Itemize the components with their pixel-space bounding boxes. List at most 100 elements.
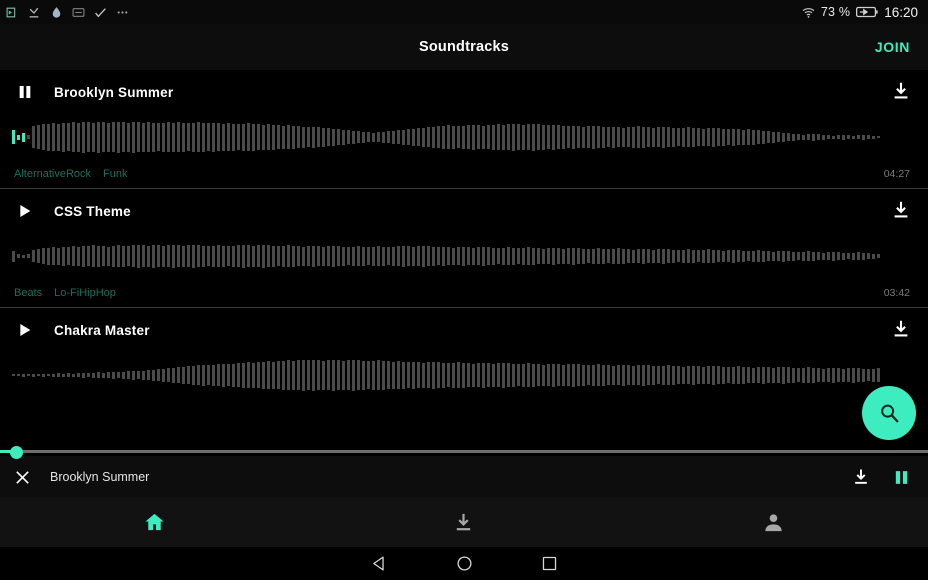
waveform-bar [62, 122, 65, 152]
waveform-bar [242, 123, 245, 151]
download-button[interactable] [890, 199, 914, 223]
play-pause-button[interactable] [14, 200, 36, 222]
waveform-bar [867, 253, 870, 259]
waveform-bar [77, 246, 80, 266]
waveform-bar [542, 364, 545, 386]
waveform-bar [822, 368, 825, 382]
waveform-bar [842, 368, 845, 382]
waveform-bar [327, 360, 330, 390]
seek-bar[interactable] [0, 445, 928, 459]
nav-item-profile[interactable] [619, 497, 928, 547]
waveform-bar [852, 135, 855, 139]
waveform-bar [477, 363, 480, 387]
play-pause-button[interactable] [14, 81, 36, 103]
waveform-bar [877, 368, 880, 382]
waveform-bar [367, 361, 370, 389]
waveform-bar [732, 366, 735, 384]
track-item[interactable]: Brooklyn Summer AlternativeRock Funk 04:2… [0, 70, 928, 188]
nav-item-downloads[interactable] [309, 497, 618, 547]
waveform-bar [562, 125, 565, 149]
system-recents-button[interactable] [538, 553, 560, 575]
play-pause-button[interactable] [14, 319, 36, 341]
system-back-button[interactable] [368, 553, 390, 575]
waveform[interactable] [0, 114, 928, 160]
waveform-bar [732, 128, 735, 146]
waveform-bar [602, 364, 605, 386]
waveform-bar [782, 250, 785, 262]
waveform-bar [207, 365, 210, 385]
waveform-bar [62, 373, 65, 377]
waveform-bar [427, 246, 430, 266]
track-tag[interactable]: Beats [14, 287, 42, 299]
mini-download-button[interactable] [851, 467, 871, 487]
waveform-bar [22, 132, 25, 142]
waveform-bar [87, 246, 90, 266]
waveform-bar [67, 123, 70, 151]
track-tag[interactable]: Funk [103, 168, 127, 180]
waveform-bar [522, 363, 525, 387]
waveform-bar [137, 122, 140, 152]
waveform-bar [217, 364, 220, 386]
waveform-bar [82, 372, 85, 378]
track-item[interactable]: CSS Theme Beats Lo-FiHipHop 03:42 [0, 188, 928, 307]
waveform-bar [22, 254, 25, 258]
waveform-bar [652, 127, 655, 147]
waveform-bar [282, 125, 285, 149]
download-button[interactable] [890, 318, 914, 342]
waveform-bar [722, 366, 725, 384]
waveform-bar [537, 124, 540, 150]
search-fab-button[interactable] [862, 386, 916, 440]
waveform-bar [767, 251, 770, 261]
waveform-bar [677, 366, 680, 384]
join-button[interactable]: JOIN [875, 39, 910, 55]
waveform-bar [147, 370, 150, 380]
seek-thumb[interactable] [9, 445, 23, 459]
waveform-bar [682, 366, 685, 384]
waveform-bar [452, 125, 455, 149]
soundtrack-list: Brooklyn Summer AlternativeRock Funk 04:2… [0, 70, 928, 398]
app-bar: Soundtracks JOIN [0, 24, 928, 70]
waveform-bar [822, 252, 825, 260]
waveform-bar [757, 250, 760, 262]
waveform-bar [107, 246, 110, 266]
waveform-bar [717, 366, 720, 384]
waveform-bar [612, 126, 615, 148]
pause-icon [895, 470, 908, 484]
waveform-bar [152, 122, 155, 152]
close-button[interactable] [14, 469, 31, 486]
tag-list: Beats Lo-FiHipHop [14, 287, 116, 299]
waveform-bar [177, 122, 180, 152]
waveform-bar [122, 245, 125, 267]
waveform-bar [47, 123, 50, 151]
waveform-bar [387, 247, 390, 265]
waveform-bar [302, 126, 305, 148]
system-home-button[interactable] [453, 553, 475, 575]
download-button[interactable] [890, 80, 914, 104]
play-icon [20, 324, 31, 336]
waveform-bar [802, 134, 805, 140]
track-item[interactable]: Chakra Master [0, 307, 928, 398]
waveform[interactable] [0, 352, 928, 398]
waveform-bar [107, 122, 110, 152]
waveform-bar [407, 246, 410, 266]
waveform-bar [427, 362, 430, 388]
waveform-bar [697, 366, 700, 384]
waveform-bar [127, 371, 130, 379]
waveform-bar [792, 133, 795, 141]
mini-play-pause-button[interactable] [893, 469, 910, 486]
track-header: Chakra Master [0, 308, 928, 352]
waveform-bar [52, 373, 55, 377]
waveform-bar [587, 126, 590, 148]
track-tag[interactable]: AlternativeRock [14, 168, 91, 180]
waveform-bar [47, 247, 50, 265]
nav-item-home[interactable] [0, 497, 309, 547]
waveform[interactable] [0, 233, 928, 279]
waveform-bar [227, 364, 230, 386]
waveform-bar [677, 250, 680, 262]
waveform-bar [147, 122, 150, 152]
search-icon [881, 404, 899, 423]
waveform-bar [657, 249, 660, 263]
waveform-bar [877, 254, 880, 258]
track-tag[interactable]: Lo-FiHipHop [54, 287, 116, 299]
waveform-bar [157, 123, 160, 151]
